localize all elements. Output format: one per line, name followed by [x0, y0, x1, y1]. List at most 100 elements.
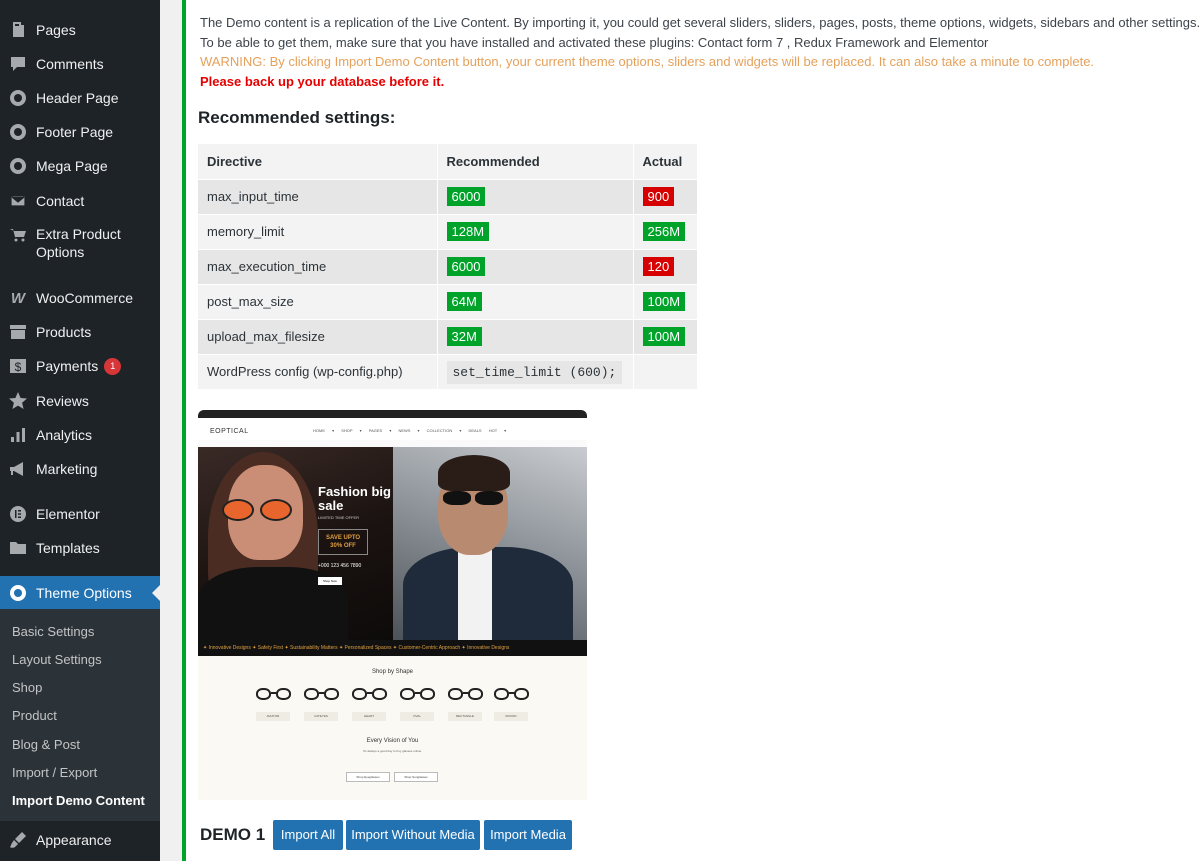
column-header: Recommended	[437, 144, 634, 179]
glasses-icon	[256, 686, 292, 704]
settings-table: Directive Recommended Actual max_input_t…	[198, 144, 698, 389]
theme-options-submenu: Basic Settings Layout Settings Shop Prod…	[0, 609, 160, 821]
menu-analytics[interactable]: Analytics	[0, 425, 160, 445]
menu-appearance[interactable]: Appearance	[0, 830, 160, 850]
value-tag: 100M	[642, 327, 686, 346]
theme-logo-icon	[0, 156, 36, 176]
description-line-1: The Demo content is a replication of the…	[200, 15, 1201, 30]
svg-text:$: $	[15, 360, 22, 374]
preview-ticker: ✦ Innovative Designs ✦ Safety First ✦ Su…	[198, 640, 587, 656]
menu-header-page[interactable]: Header Page	[0, 88, 160, 108]
theme-logo-icon	[0, 88, 36, 108]
menu-label: Extra Product Options	[36, 226, 121, 260]
directive-cell: memory_limit	[198, 213, 438, 249]
submenu-product[interactable]: Product	[12, 708, 57, 723]
recommended-cell: 6000	[437, 248, 634, 284]
glasses-icon	[304, 686, 340, 704]
menu-mega-page[interactable]: Mega Page	[0, 156, 160, 176]
menu-footer-page[interactable]: Footer Page	[0, 122, 160, 142]
table-row: max_input_time 6000 900	[198, 178, 698, 214]
cart-icon	[0, 225, 36, 245]
submenu-import-demo-content[interactable]: Import Demo Content	[12, 793, 145, 808]
hero-shop-button: Shop Now	[318, 577, 342, 585]
menu-theme-options[interactable]: Theme Options	[0, 576, 160, 609]
column-header: Directive	[198, 144, 438, 179]
vision-title: Every Vision of You	[366, 738, 419, 744]
menu-label: Reviews	[36, 393, 89, 409]
submenu-blog-post[interactable]: Blog & Post	[12, 737, 80, 752]
menu-label: Contact	[36, 193, 85, 209]
table-row: WordPress config (wp-config.php) set_tim…	[198, 353, 698, 389]
menu-woocommerce[interactable]: W WooCommerce	[0, 288, 160, 308]
value-tag: 6000	[446, 187, 486, 206]
directive-cell: post_max_size	[198, 283, 438, 319]
notification-badge: 1	[104, 357, 122, 375]
hero-phone: +000 123 456 7890	[318, 563, 362, 569]
hero-subtitle: LIMITED TIME OFFER	[318, 515, 360, 520]
hero-title: Fashion big sale	[318, 484, 391, 513]
menu-label: Footer Page	[36, 124, 114, 140]
menu-label: Payments	[36, 358, 99, 374]
recommended-cell: 32M	[437, 318, 634, 354]
menu-pages[interactable]: Pages	[0, 20, 160, 40]
woocommerce-icon: W	[10, 289, 26, 307]
menu-contact[interactable]: Contact	[0, 191, 160, 211]
table-row: memory_limit 128M 256M	[198, 213, 698, 249]
glasses-icon	[448, 686, 484, 704]
menu-label: Theme Options	[36, 584, 132, 601]
import-without-media-button[interactable]: Import Without Media	[346, 820, 480, 850]
preview-shop-section: Shop by Shape AVIATOR CATEYES HEART OVAL…	[198, 656, 587, 800]
shop-sunglasses-button: Shop Sunglasses	[394, 772, 438, 782]
value-tag: 128M	[446, 222, 490, 241]
menu-extra-product-options[interactable]: Extra Product Options	[0, 225, 160, 263]
pages-icon	[0, 20, 36, 40]
glasses-icon	[494, 686, 530, 704]
menu-products[interactable]: Products	[0, 322, 160, 342]
submenu-layout-settings[interactable]: Layout Settings	[12, 652, 102, 667]
preview-hero: Fashion big sale LIMITED TIME OFFER SAVE…	[198, 447, 587, 647]
submenu-shop[interactable]: Shop	[12, 680, 42, 695]
archive-icon	[0, 322, 36, 342]
hero-man-photo	[393, 447, 587, 642]
preview-info-strip	[198, 440, 587, 447]
value-tag: 256M	[642, 222, 686, 241]
directive-cell: WordPress config (wp-config.php)	[198, 353, 438, 389]
actual-cell: 120	[633, 248, 698, 284]
menu-elementor[interactable]: Elementor	[0, 504, 160, 524]
value-tag: 6000	[446, 257, 486, 276]
menu-label: WooCommerce	[36, 290, 133, 306]
menu-reviews[interactable]: Reviews	[0, 391, 160, 411]
shape-label: HEART	[352, 712, 386, 721]
submenu-basic-settings[interactable]: Basic Settings	[12, 624, 94, 639]
bar-chart-icon	[0, 425, 36, 445]
shop-by-shape-title: Shop by Shape	[371, 669, 414, 675]
submenu-import-export[interactable]: Import / Export	[12, 765, 97, 780]
menu-payments[interactable]: $ Payments 1	[0, 356, 160, 376]
menu-label: Appearance	[36, 832, 112, 848]
menu-label: Pages	[36, 22, 76, 38]
recommended-cell: set_time_limit (600);	[437, 353, 634, 389]
theme-logo-icon	[0, 583, 36, 603]
comments-icon	[0, 54, 36, 74]
import-all-button[interactable]: Import All	[273, 820, 343, 850]
menu-templates[interactable]: Templates	[0, 538, 160, 558]
menu-label: Products	[36, 324, 92, 340]
import-media-button[interactable]: Import Media	[484, 820, 572, 850]
active-menu-arrow	[152, 584, 160, 601]
preview-menu: HOME ▾ SHOP ▾ PAGES ▾ NEWS ▾ COLLECTION …	[313, 428, 507, 433]
theme-logo-icon	[0, 122, 36, 142]
menu-label: Header Page	[36, 90, 119, 106]
menu-marketing[interactable]: Marketing	[0, 459, 160, 479]
menu-label: Comments	[36, 56, 104, 72]
shop-eyeglasses-button: Shop Eyeglasses	[346, 772, 390, 782]
recommended-cell: 128M	[437, 213, 634, 249]
table-row: max_execution_time 6000 120	[198, 248, 698, 284]
menu-comments[interactable]: Comments	[0, 54, 160, 74]
description-line-2: To be able to get them, make sure that y…	[200, 35, 989, 50]
value-tag: 100M	[642, 292, 686, 311]
table-header-row: Directive Recommended Actual	[198, 144, 698, 179]
shape-label: AVIATOR	[256, 712, 290, 721]
demo-label: DEMO 1	[200, 825, 266, 844]
column-header: Actual	[633, 144, 698, 179]
preview-topbar	[198, 410, 587, 418]
